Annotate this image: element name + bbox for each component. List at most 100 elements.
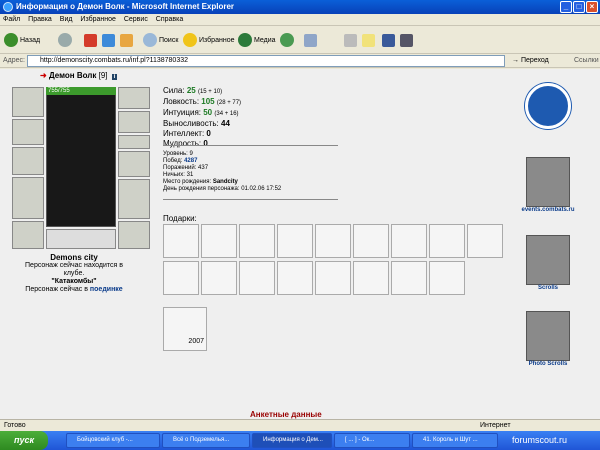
gift-item[interactable] xyxy=(429,261,465,295)
address-input[interactable]: http://demonscity.combats.ru/inf.pl?1138… xyxy=(27,55,505,67)
gift-item[interactable] xyxy=(163,261,199,295)
weapon-slot[interactable] xyxy=(12,147,44,175)
task-button[interactable]: 41. Король и Шут ... xyxy=(412,433,498,448)
emblem-slot xyxy=(46,229,116,249)
favorites-button[interactable]: Избранное xyxy=(183,30,234,50)
gift-item[interactable] xyxy=(277,261,313,295)
stop-icon xyxy=(84,33,97,47)
star-icon xyxy=(183,33,197,47)
location-club: "Катакомбы" xyxy=(51,278,97,285)
events-button[interactable] xyxy=(520,83,576,129)
gift-item[interactable] xyxy=(163,224,199,258)
close-button[interactable]: × xyxy=(586,1,598,13)
window-title: Информация о Демон Волк - Microsoft Inte… xyxy=(16,2,235,11)
status-bar: Готово Интернет xyxy=(0,419,600,431)
minimize-button[interactable]: _ xyxy=(560,1,572,13)
refresh-button[interactable] xyxy=(102,30,115,50)
address-label: Адрес: xyxy=(3,57,25,64)
events-icon xyxy=(525,83,571,129)
tool-icon xyxy=(400,33,413,47)
print-button[interactable] xyxy=(344,30,357,50)
gift-item[interactable]: 2007 xyxy=(163,307,207,351)
maximize-button[interactable]: □ xyxy=(573,1,585,13)
menu-help[interactable]: Справка xyxy=(153,14,186,26)
gift-item[interactable] xyxy=(201,261,237,295)
gift-item[interactable] xyxy=(391,224,427,258)
ie-icon xyxy=(3,2,13,12)
battle-link[interactable]: поединке xyxy=(90,286,123,293)
gift-item[interactable] xyxy=(239,224,275,258)
history-icon xyxy=(280,33,294,47)
messenger-button[interactable] xyxy=(382,30,395,50)
character-level: [9] xyxy=(98,71,108,80)
profile-title: Анкетные данные xyxy=(250,410,322,419)
forward-button[interactable] xyxy=(58,30,74,50)
go-button[interactable]: → Переход xyxy=(512,54,549,68)
task-button[interactable]: [ ... ] - Ок... xyxy=(334,433,410,448)
photo-scrolls-button[interactable]: Photo Scrolls xyxy=(520,311,576,367)
menu-edit[interactable]: Правка xyxy=(25,14,55,26)
menu-tools[interactable]: Сервис xyxy=(121,14,151,26)
tool-button[interactable] xyxy=(400,30,413,50)
earring-slot[interactable] xyxy=(118,87,150,109)
stop-button[interactable] xyxy=(84,30,97,50)
bracers-slot[interactable] xyxy=(12,119,44,145)
task-button[interactable]: Информация о Дем... xyxy=(252,433,332,448)
belt-slot[interactable] xyxy=(12,221,44,249)
gift-item[interactable] xyxy=(353,224,389,258)
print-icon xyxy=(344,33,357,47)
media-button[interactable]: Медиа xyxy=(238,30,276,50)
menu-file[interactable]: Файл xyxy=(0,14,23,26)
menu-view[interactable]: Вид xyxy=(57,14,76,26)
task-button[interactable]: Бойцовский клуб -... xyxy=(66,433,160,448)
scrolls-button[interactable]: Scrolls xyxy=(520,235,576,291)
gift-item[interactable] xyxy=(467,224,503,258)
rings-slot[interactable] xyxy=(118,135,150,149)
location-block: Demons city Персонаж сейчас находится в … xyxy=(14,254,134,294)
menu-bar: Файл Правка Вид Избранное Сервис Справка xyxy=(0,14,600,26)
stats-block: Сила: 25 (15 + 10) Ловкость: 105 (28 + 7… xyxy=(163,86,241,149)
menu-favorites[interactable]: Избранное xyxy=(77,14,118,26)
boots-slot[interactable] xyxy=(118,221,150,249)
events-shield-icon xyxy=(526,157,570,207)
gift-item[interactable] xyxy=(391,261,427,295)
gift-item[interactable] xyxy=(277,224,313,258)
stat-row: Мудрость: 0 xyxy=(163,139,208,148)
gift-item[interactable] xyxy=(315,261,351,295)
task-button[interactable]: Всё о Подземелья... xyxy=(162,433,250,448)
battle-line: Персонаж сейчас в поединке xyxy=(25,286,123,293)
back-button[interactable]: Назад xyxy=(4,30,40,50)
stat-row: Сила: 25 (15 + 10) xyxy=(163,86,223,95)
stat-row: Выносливость: 44 xyxy=(163,119,230,128)
browser-window: Информация о Демон Волк - Microsoft Inte… xyxy=(0,0,600,450)
home-button[interactable] xyxy=(120,30,133,50)
info-icon[interactable]: i xyxy=(111,74,118,80)
start-button[interactable]: пуск xyxy=(0,431,48,450)
character-portrait xyxy=(46,87,116,227)
history-button[interactable] xyxy=(280,30,296,50)
search-button[interactable]: Поиск xyxy=(143,30,178,50)
k-icon xyxy=(382,33,395,47)
gift-item[interactable] xyxy=(429,224,465,258)
stat-row: Интеллект: 0 xyxy=(163,129,211,138)
armor-slot[interactable] xyxy=(12,177,44,219)
gift-item[interactable] xyxy=(239,261,275,295)
legs-slot[interactable] xyxy=(118,179,150,219)
gloves-slot[interactable] xyxy=(118,151,150,177)
gift-item[interactable] xyxy=(353,261,389,295)
events-link-button[interactable]: events.combats.ru xyxy=(520,157,576,213)
edit-button[interactable] xyxy=(362,30,375,50)
page-content: ➜ Демон Волк [9] i 755/755 Demons city П… xyxy=(0,69,600,419)
gift-item[interactable] xyxy=(201,224,237,258)
mail-icon xyxy=(304,33,317,47)
mail-button[interactable] xyxy=(304,30,317,50)
arrow-icon: ➜ xyxy=(40,71,47,80)
back-arrow-icon xyxy=(4,33,18,47)
links-label[interactable]: Ссылки xyxy=(574,54,599,68)
gifts-title: Подарки: xyxy=(163,214,197,223)
helmet-slot[interactable] xyxy=(12,87,44,117)
amulet-slot[interactable] xyxy=(118,111,150,133)
divider xyxy=(163,199,338,200)
stat-row: Ловкость: 105 (28 + 77) xyxy=(163,97,242,106)
gift-item[interactable] xyxy=(315,224,351,258)
